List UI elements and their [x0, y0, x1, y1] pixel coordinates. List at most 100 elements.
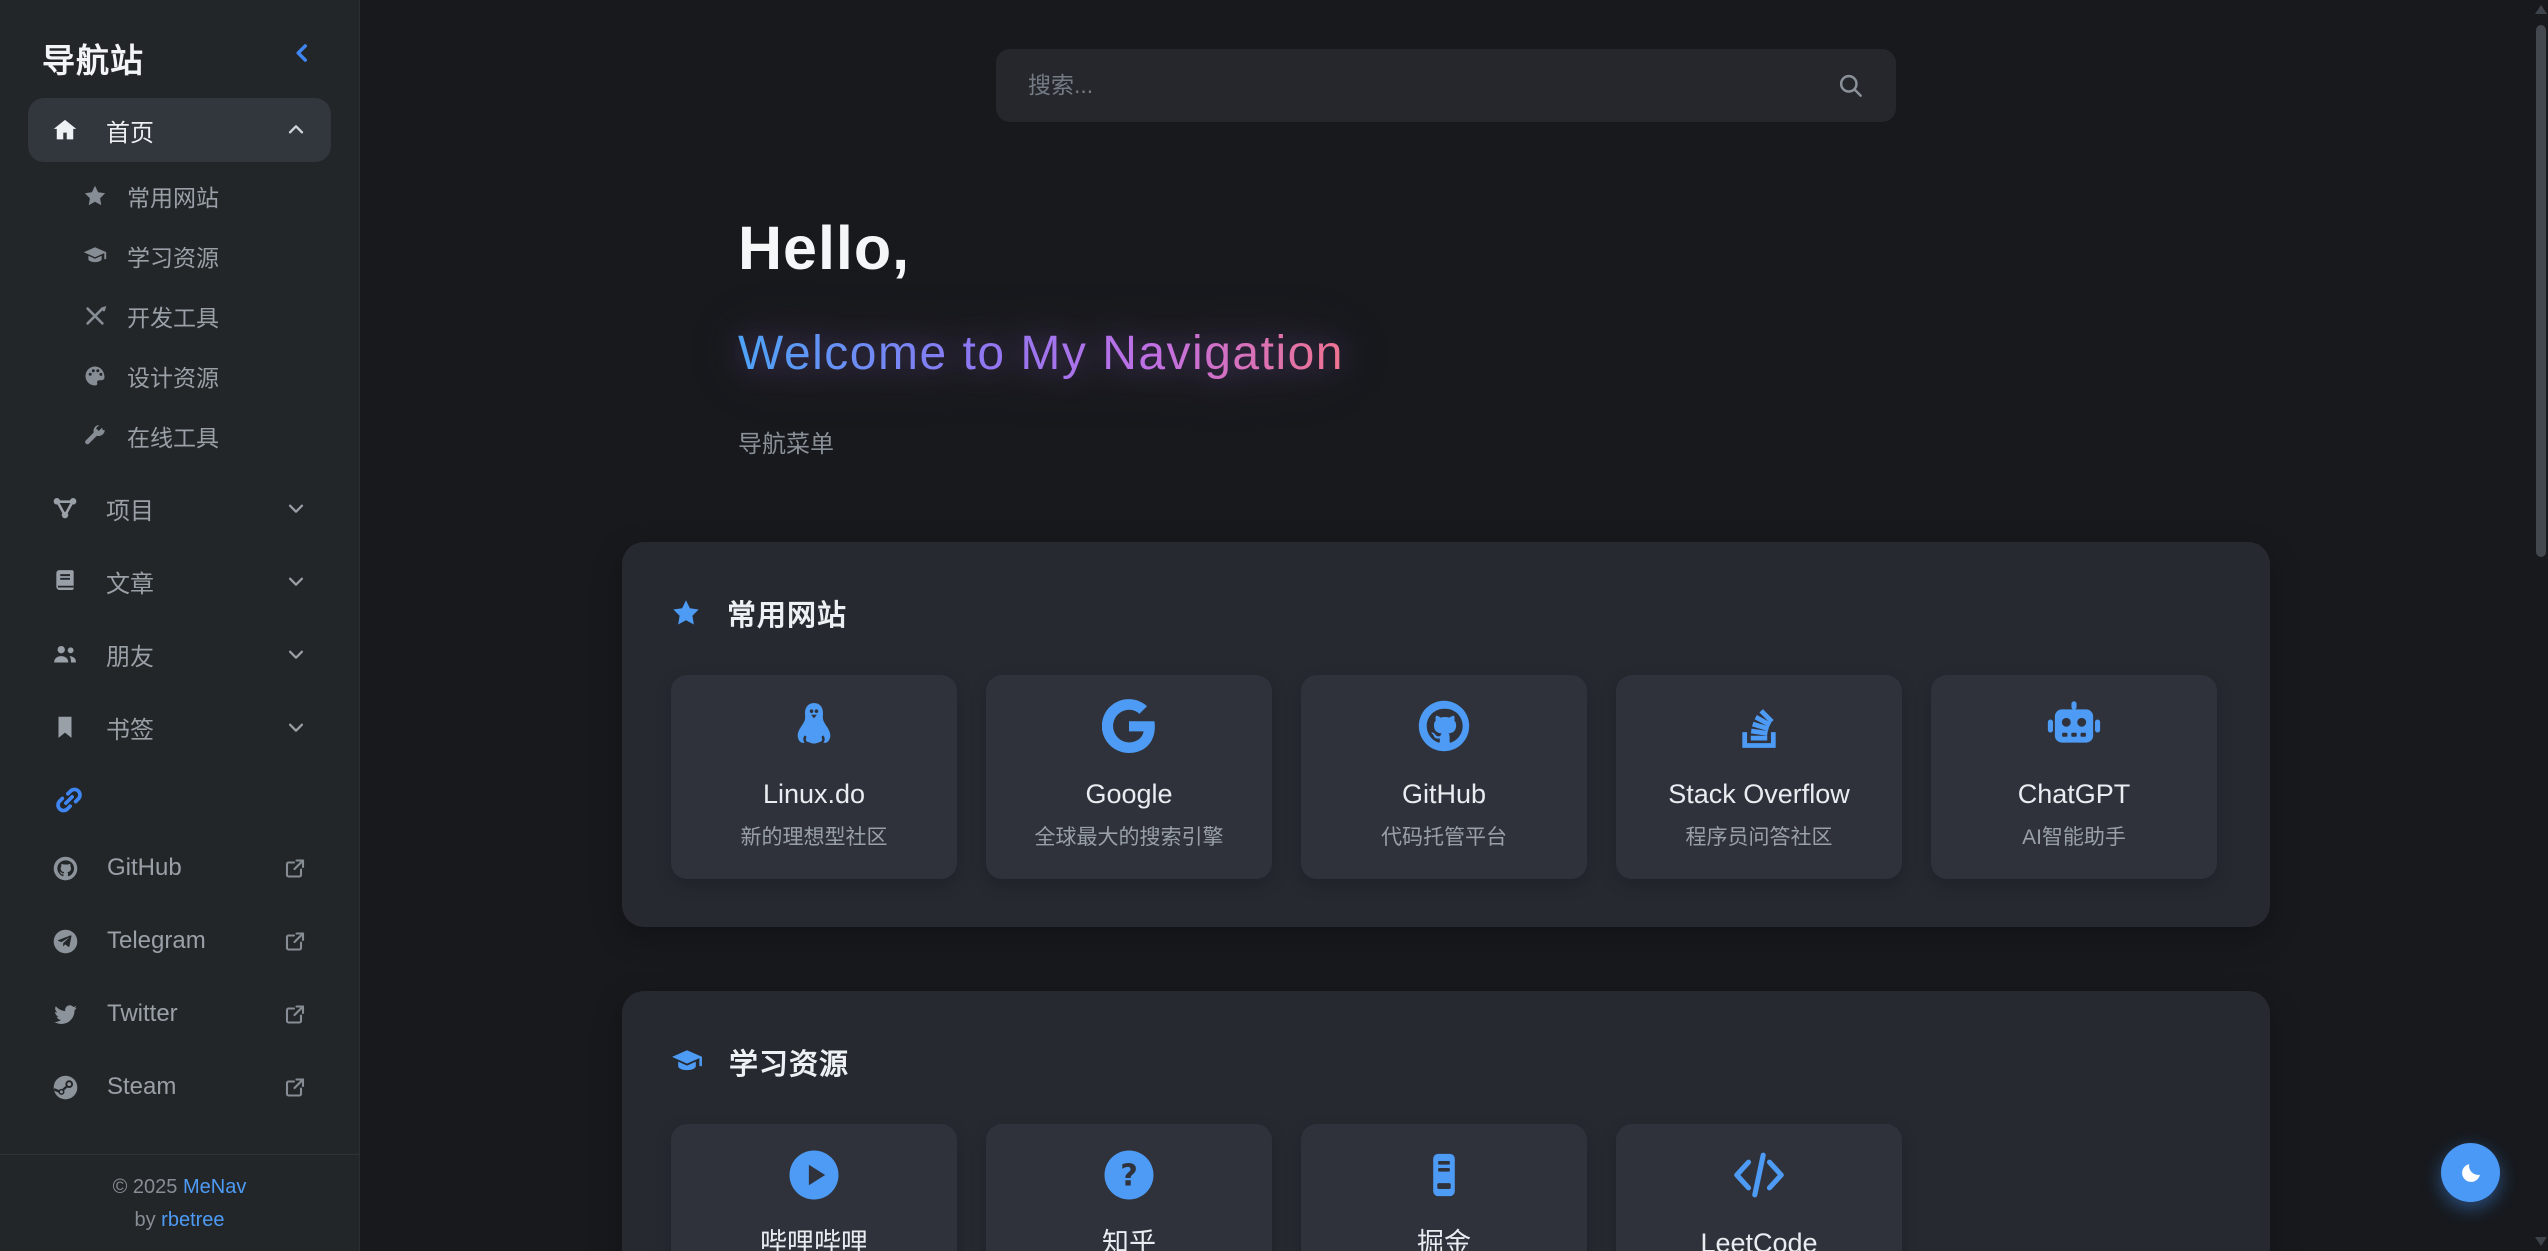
- card-grid: 哔哩哔哩 ? 知乎 掘金: [671, 1124, 2221, 1251]
- stackoverflow-icon: [1733, 697, 1785, 755]
- sidebar-subitem-label: 在线工具: [127, 419, 307, 453]
- site-card-zhihu[interactable]: ? 知乎: [986, 1124, 1272, 1251]
- card-title: 掘金: [1417, 1228, 1471, 1251]
- moon-icon: [2458, 1160, 2484, 1186]
- question-circle-icon: ?: [1101, 1146, 1157, 1204]
- wrench-icon: [83, 424, 107, 448]
- sidebar-item-friends[interactable]: 朋友: [28, 630, 331, 678]
- sidebar-item-articles[interactable]: 文章: [28, 557, 331, 605]
- sidebar-item-label: 书签: [106, 710, 257, 745]
- card-desc: 程序员问答社区: [1686, 825, 1833, 850]
- sidebar-subitem-design[interactable]: 设计资源: [28, 352, 331, 400]
- hero-section: Hello, Welcome to My Navigation 导航菜单: [738, 213, 2548, 459]
- menav-app: 导航站 首页: [0, 0, 2548, 1251]
- search-button[interactable]: [1837, 72, 1864, 99]
- home-icon: [52, 117, 78, 143]
- sidebar-collapse-button[interactable]: [285, 36, 319, 73]
- star-icon: [671, 598, 701, 628]
- card-title: Linux.do: [763, 779, 865, 810]
- site-card-bilibili[interactable]: 哔哩哔哩: [671, 1124, 957, 1251]
- card-title: LeetCode: [1700, 1228, 1817, 1251]
- sidebar-item-label: 项目: [106, 491, 257, 526]
- card-grid: Linux.do 新的理想型社区 Google 全球最大的搜索引擎 GitHub…: [671, 675, 2221, 879]
- sidebar-subitem-dev-tools[interactable]: 开发工具: [28, 292, 331, 340]
- site-card-chatgpt[interactable]: ChatGPT AI智能助手: [1931, 675, 2217, 879]
- page-scrollbar: [2534, 0, 2548, 1251]
- card-title: 知乎: [1102, 1228, 1156, 1251]
- sidebar: 导航站 首页: [0, 0, 360, 1251]
- brand-link[interactable]: MeNav: [183, 1176, 246, 1198]
- section-title: 学习资源: [729, 1041, 849, 1083]
- sidebar-subitem-learning[interactable]: 学习资源: [28, 232, 331, 280]
- sidebar-header: 导航站: [42, 34, 319, 84]
- site-card-juejin[interactable]: 掘金: [1301, 1124, 1587, 1251]
- twitter-icon: [52, 1001, 79, 1028]
- section-title: 常用网站: [727, 592, 847, 634]
- users-icon: [52, 641, 78, 667]
- footer-copyright: © 2025 MeNav: [0, 1171, 359, 1204]
- sidebar-item-label: 朋友: [106, 637, 257, 672]
- scrollbar-thumb[interactable]: [2536, 25, 2546, 557]
- card-desc: AI智能助手: [2022, 825, 2126, 850]
- sidebar-subitem-label: 开发工具: [127, 299, 307, 333]
- card-title: Stack Overflow: [1668, 779, 1850, 810]
- sidebar-item-label: Twitter: [107, 1000, 255, 1028]
- search-icon: [1837, 72, 1864, 99]
- project-diagram-icon: [52, 495, 78, 521]
- card-title: Google: [1085, 779, 1172, 810]
- hero-greeting: Hello,: [738, 213, 2548, 283]
- site-card-leetcode[interactable]: LeetCode: [1616, 1124, 1902, 1251]
- author-link[interactable]: rbetree: [161, 1209, 224, 1231]
- main-content: Hello, Welcome to My Navigation 导航菜单 常用网…: [360, 0, 2548, 1251]
- sidebar-subitem-online-tools[interactable]: 在线工具: [28, 412, 331, 460]
- external-link-icon: [283, 1075, 307, 1099]
- site-card-google[interactable]: Google 全球最大的搜索引擎: [986, 675, 1272, 879]
- site-card-github[interactable]: GitHub 代码托管平台: [1301, 675, 1587, 879]
- bookmark-icon: [52, 714, 78, 740]
- card-title: 哔哩哔哩: [760, 1228, 868, 1251]
- sidebar-item-telegram[interactable]: Telegram: [28, 917, 331, 965]
- palette-icon: [83, 364, 107, 388]
- section-header: 学习资源: [671, 1047, 2221, 1077]
- sidebar-item-github[interactable]: GitHub: [28, 844, 331, 892]
- copyright-text: © 2025: [113, 1176, 183, 1198]
- site-card-stackoverflow[interactable]: Stack Overflow 程序员问答社区: [1616, 675, 1902, 879]
- github-icon: [1416, 697, 1472, 755]
- chevron-up-icon: [285, 119, 307, 141]
- site-card-linux-do[interactable]: Linux.do 新的理想型社区: [671, 675, 957, 879]
- theme-toggle-button[interactable]: [2441, 1143, 2500, 1202]
- sidebar-nav: 首页 常用网站 学习资源: [28, 84, 331, 1136]
- section-header: 常用网站: [671, 598, 2221, 628]
- sidebar-item-label: Steam: [107, 1073, 255, 1101]
- sidebar-item-label: GitHub: [107, 854, 255, 882]
- scrollbar-up-arrow[interactable]: [2535, 5, 2547, 14]
- sidebar-item-home[interactable]: 首页: [28, 98, 331, 162]
- screwdriver-wrench-icon: [83, 304, 107, 328]
- sidebar-item-projects[interactable]: 项目: [28, 484, 331, 532]
- hero-subtitle: 导航菜单: [738, 424, 2548, 459]
- telegram-icon: [52, 928, 79, 955]
- section-learning: 学习资源 哔哩哔哩 ? 知乎: [622, 991, 2270, 1251]
- sidebar-subitem-label: 学习资源: [127, 239, 307, 273]
- code-icon: [1731, 1146, 1787, 1204]
- search-bar: [996, 49, 1896, 122]
- card-desc: 新的理想型社区: [741, 825, 888, 850]
- sidebar-quick-link[interactable]: [28, 776, 331, 824]
- chevron-down-icon: [285, 570, 307, 592]
- link-icon: [52, 783, 86, 817]
- chevron-left-icon: [289, 40, 315, 66]
- sidebar-item-bookmarks[interactable]: 书签: [28, 703, 331, 751]
- sidebar-item-steam[interactable]: Steam: [28, 1063, 331, 1111]
- star-icon: [83, 184, 107, 208]
- sidebar-item-twitter[interactable]: Twitter: [28, 990, 331, 1038]
- github-icon: [52, 855, 79, 882]
- sidebar-item-label: 首页: [106, 113, 257, 148]
- sidebar-socials: GitHub Telegram: [28, 844, 331, 1111]
- site-title: 导航站: [42, 34, 144, 82]
- scrollbar-down-arrow[interactable]: [2535, 1237, 2547, 1246]
- search-input[interactable]: [1028, 72, 1821, 99]
- graduation-cap-icon: [83, 244, 107, 268]
- card-title: GitHub: [1402, 779, 1486, 810]
- footer-byline: by rbetree: [0, 1204, 359, 1237]
- sidebar-subitem-common-sites[interactable]: 常用网站: [28, 172, 331, 220]
